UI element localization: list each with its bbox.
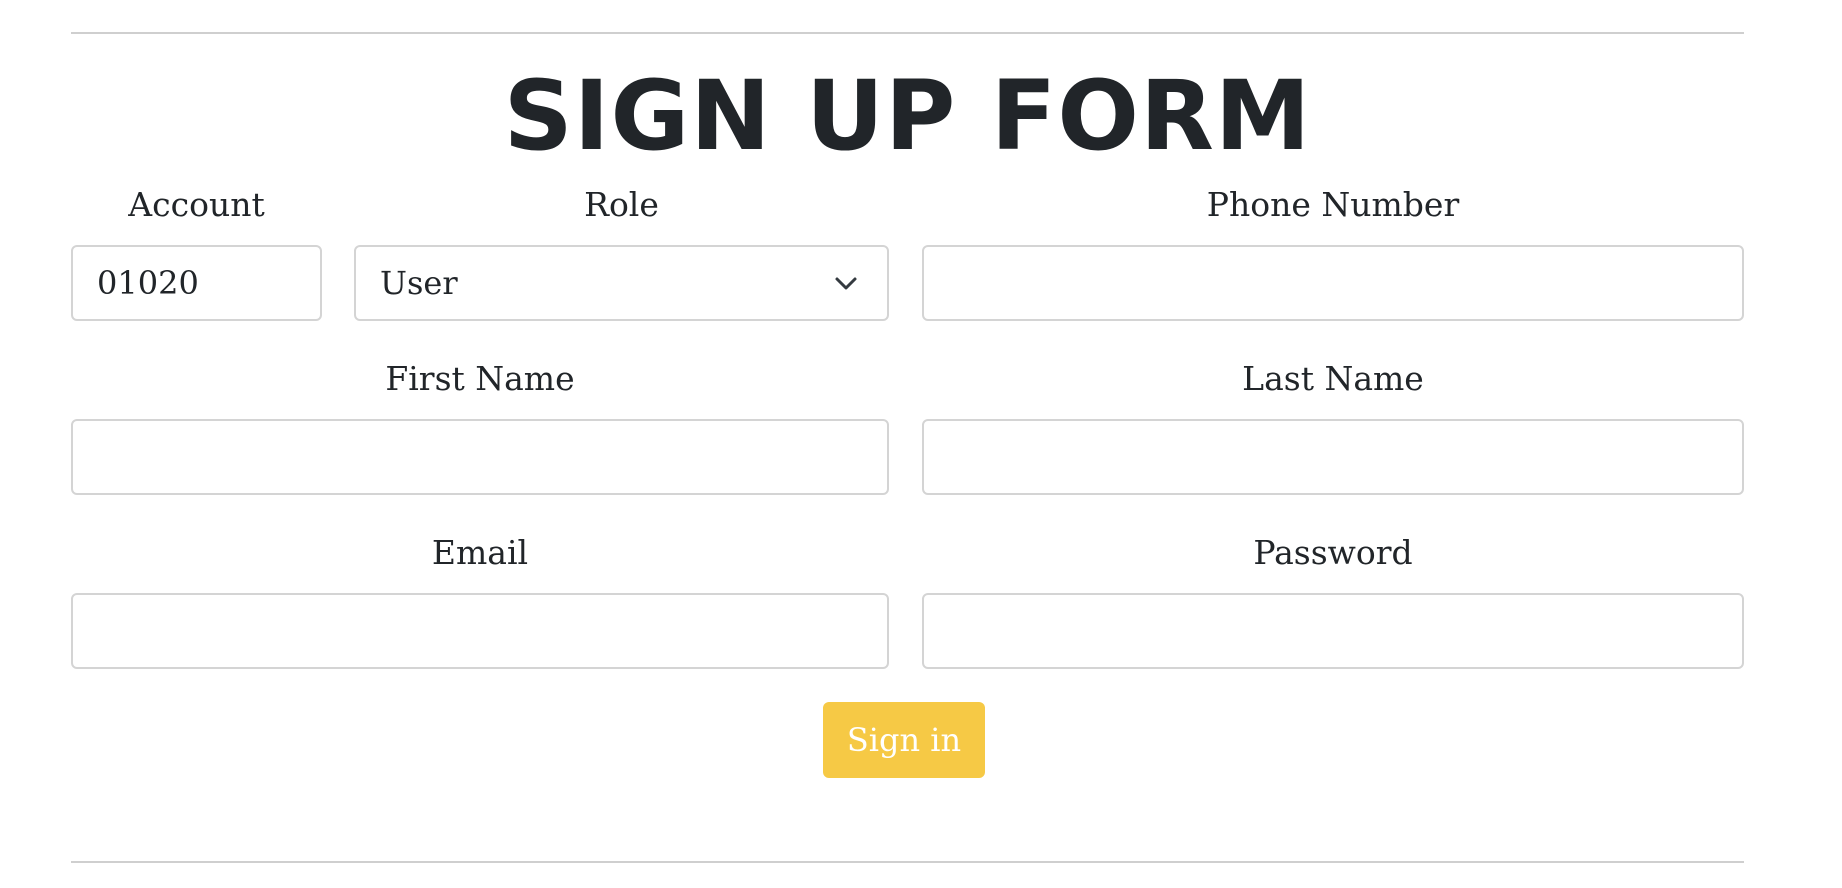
role-select[interactable]: User <box>354 245 889 321</box>
phone-number-label: Phone Number <box>1206 185 1460 224</box>
sign-in-button[interactable]: Sign in <box>823 702 985 778</box>
last-name-input[interactable] <box>922 419 1744 495</box>
first-name-label: First Name <box>385 359 575 398</box>
password-label: Password <box>1253 533 1413 572</box>
bottom-divider <box>71 861 1744 863</box>
role-label: Role <box>584 185 659 224</box>
role-select-value: User <box>380 264 458 302</box>
account-label: Account <box>128 185 265 224</box>
last-name-label: Last Name <box>1242 359 1424 398</box>
account-input[interactable] <box>71 245 322 321</box>
chevron-down-icon <box>833 271 859 297</box>
phone-number-input[interactable] <box>922 245 1744 321</box>
top-divider <box>71 32 1744 34</box>
page-title: SIGN UP FORM <box>503 60 1312 172</box>
first-name-input[interactable] <box>71 419 889 495</box>
email-input[interactable] <box>71 593 889 669</box>
password-input[interactable] <box>922 593 1744 669</box>
email-label: Email <box>431 533 529 572</box>
signup-page: SIGN UP FORM Account Role Phone Number U… <box>0 0 1842 888</box>
